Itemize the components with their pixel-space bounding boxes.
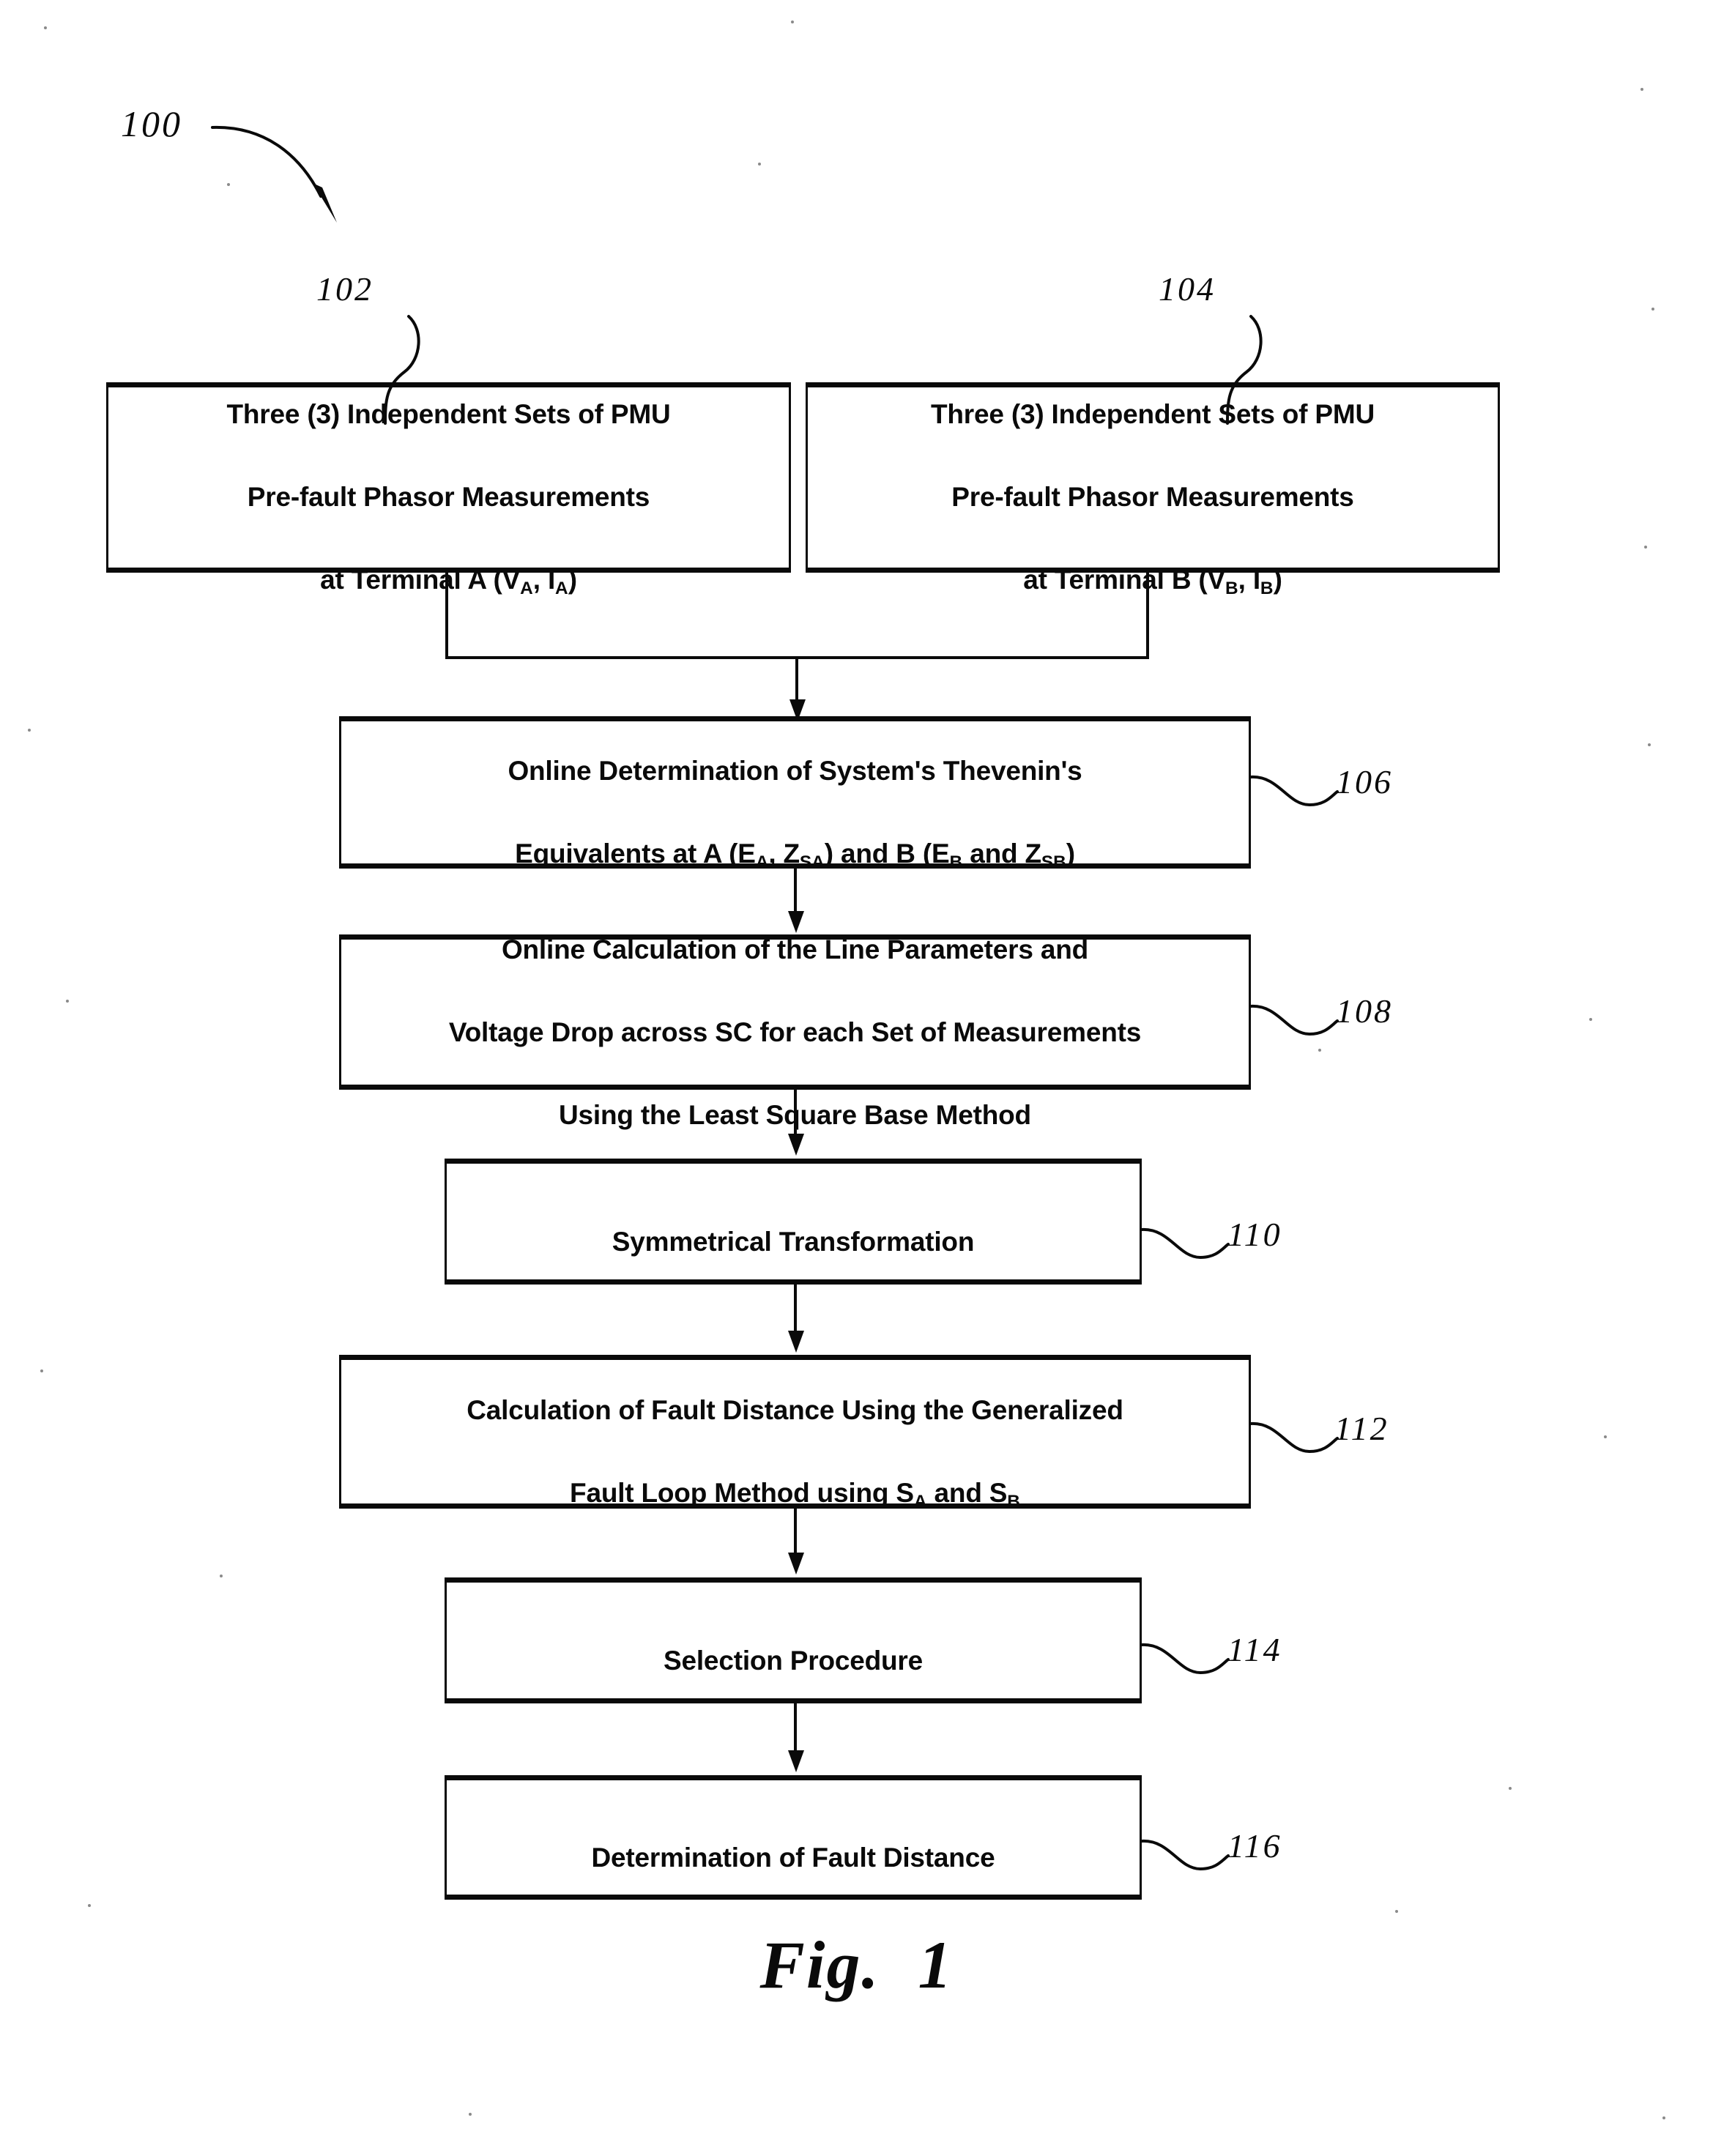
node-106-line2-pre: Equivalents at A (E	[515, 838, 756, 869]
node-114-text: Selection Procedure	[653, 1599, 933, 1681]
reference-numeral-100: 100	[121, 103, 182, 144]
arrow-114-116-head	[788, 1750, 804, 1772]
figure-caption-label: Fig.	[759, 1928, 880, 2002]
node-symmetrical-transformation[interactable]: Symmetrical Transformation	[445, 1159, 1146, 1286]
scan-speck	[1651, 308, 1654, 311]
merge-drop-right	[1146, 573, 1149, 659]
node-fault-distance-calculation[interactable]: Calculation of Fault Distance Using the …	[339, 1355, 1255, 1512]
node-102-line3-post: )	[568, 565, 577, 595]
figure-caption: Fig. 1	[0, 1926, 1713, 2004]
node-110-text: Symmetrical Transformation	[602, 1180, 984, 1263]
node-114-line1: Selection Procedure	[664, 1646, 923, 1676]
node-112-line2-mid: and S	[926, 1477, 1008, 1508]
node-selection-procedure[interactable]: Selection Procedure	[445, 1577, 1146, 1705]
reference-numeral-108: 108	[1336, 992, 1393, 1030]
arrow-108-110-head	[788, 1134, 804, 1156]
scan-speck	[1318, 1049, 1321, 1052]
node-106-sub-zsa: SA	[799, 852, 825, 872]
scan-speck	[40, 1369, 43, 1372]
reference-numeral-114: 114	[1227, 1631, 1282, 1668]
node-104-line1: Three (3) Independent Sets of PMU	[930, 399, 1375, 429]
scan-speck	[1662, 2116, 1665, 2119]
scan-speck	[1604, 1435, 1607, 1438]
node-102-sub-a1: A	[520, 579, 533, 599]
reference-numeral-104: 104	[1159, 270, 1216, 308]
node-106-sub-ea: A	[755, 852, 769, 872]
node-112-line2-pre: Fault Loop Method using S	[570, 1477, 914, 1508]
node-106-line2-mid3: and Z	[962, 838, 1041, 869]
scan-speck	[1640, 88, 1643, 91]
leader-line-102	[384, 315, 420, 425]
scan-speck	[28, 729, 31, 732]
node-102-line3-pre: at Terminal A (V	[320, 565, 521, 595]
node-104-text: Three (3) Independent Sets of PMU Pre-fa…	[921, 352, 1385, 602]
node-116-line1: Determination of Fault Distance	[591, 1843, 995, 1873]
scan-speck	[1644, 546, 1647, 549]
leader-line-104	[1226, 315, 1263, 425]
node-106-line2-post: )	[1066, 838, 1075, 869]
node-104-line3-pre: at Terminal B (V	[1023, 565, 1226, 595]
node-line-parameters-calculation[interactable]: Online Calculation of the Line Parameter…	[339, 934, 1255, 1130]
reference-numeral-116: 116	[1227, 1827, 1282, 1865]
node-102-sub-a2: A	[555, 579, 568, 599]
node-106-line2-mid2: ) and B (E	[824, 838, 950, 869]
node-102-line2: Pre-fault Phasor Measurements	[247, 482, 650, 513]
node-106-sub-zsb: SB	[1041, 852, 1066, 872]
scan-speck	[758, 163, 761, 166]
node-106-line2-mid1: , Z	[768, 838, 800, 869]
scan-speck	[44, 26, 47, 29]
reference-numeral-112: 112	[1334, 1410, 1389, 1447]
node-112-text: Calculation of Fault Distance Using the …	[456, 1348, 1133, 1515]
node-104-line3-mid: , I	[1238, 565, 1260, 595]
scan-speck	[220, 1575, 223, 1577]
node-106-sub-eb: B	[949, 852, 963, 872]
node-108-line2: Voltage Drop across SC for each Set of M…	[448, 1017, 1142, 1047]
scan-speck	[469, 2113, 472, 2116]
node-106-text: Online Determination of System's Theveni…	[497, 709, 1092, 876]
node-104-sub-b2: B	[1260, 579, 1274, 599]
leader-line-100	[211, 125, 337, 223]
reference-numeral-106: 106	[1336, 763, 1393, 800]
scan-speck	[791, 21, 794, 23]
patent-figure-page: 100 Three (3) Independent Sets of PMU Pr…	[0, 0, 1713, 2156]
node-102-line3-mid: , I	[532, 565, 556, 595]
node-106-line1: Online Determination of System's Theveni…	[508, 755, 1082, 786]
node-104-sub-b1: B	[1225, 579, 1238, 599]
node-pmu-measurements-terminal-b[interactable]: Three (3) Independent Sets of PMU Pre-fa…	[806, 382, 1504, 598]
arrow-112-114-head	[788, 1553, 804, 1575]
node-104-line2: Pre-fault Phasor Measurements	[951, 482, 1354, 513]
merge-drop-left	[445, 573, 448, 659]
scan-speck	[1509, 1787, 1512, 1790]
figure-caption-number: 1	[918, 1928, 954, 2002]
node-108-line1: Online Calculation of the Line Parameter…	[501, 934, 1089, 964]
reference-numeral-110: 110	[1227, 1216, 1282, 1253]
node-112-line1: Calculation of Fault Distance Using the …	[467, 1394, 1123, 1425]
node-110-line1: Symmetrical Transformation	[612, 1227, 975, 1257]
scan-speck	[1648, 743, 1651, 746]
scan-speck	[88, 1904, 91, 1907]
node-112-sub-sa: A	[913, 1491, 927, 1512]
node-fault-distance-determination[interactable]: Determination of Fault Distance	[445, 1775, 1146, 1901]
scan-speck	[1395, 1910, 1398, 1913]
node-thevenin-equivalents-determination[interactable]: Online Determination of System's Theveni…	[339, 716, 1255, 872]
scan-speck	[1589, 1018, 1592, 1021]
reference-numeral-102: 102	[316, 270, 374, 308]
node-112-sub-sb: B	[1007, 1491, 1020, 1512]
scan-speck	[66, 1000, 69, 1003]
node-116-text: Determination of Fault Distance	[581, 1796, 1006, 1878]
node-104-line3-post: )	[1273, 565, 1282, 595]
